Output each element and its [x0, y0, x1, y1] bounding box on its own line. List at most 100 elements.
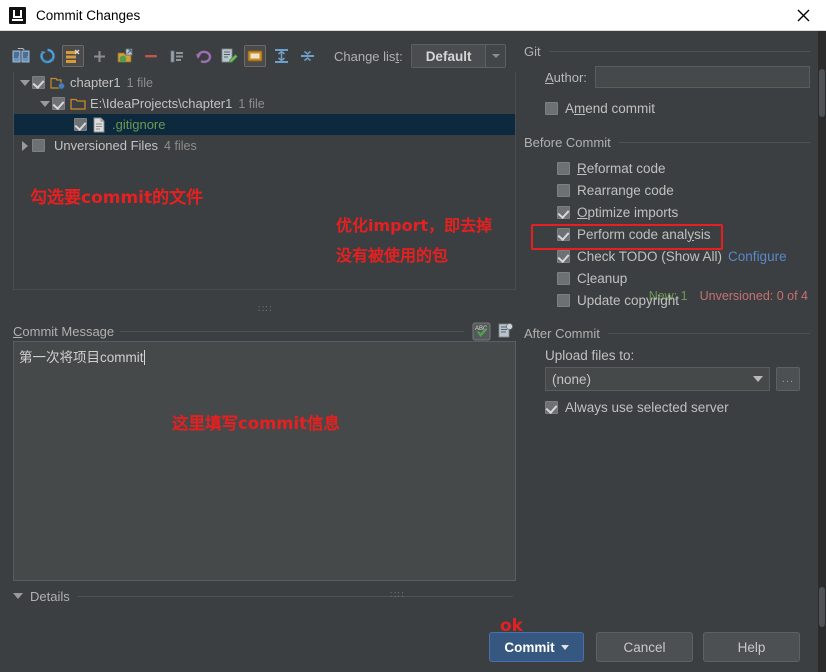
rollback-icon[interactable] — [192, 45, 214, 67]
check-todo-label: Check TODO (Show All) — [577, 248, 723, 264]
optimize-imports-label: Optimize imports — [577, 204, 679, 220]
window-right-edge — [818, 31, 826, 672]
chevron-down-icon[interactable] — [560, 644, 569, 650]
commit-message-text: 第一次将项目commit — [19, 350, 144, 365]
before-commit-header: Before Commit — [524, 135, 810, 150]
commit-button-label: Commit — [504, 639, 555, 655]
cleanup-checkbox[interactable] — [557, 271, 570, 285]
tree-label: E:\IdeaProjects\chapter1 — [90, 96, 233, 111]
show-ignored-icon[interactable] — [244, 45, 266, 67]
cleanup-label: Cleanup — [577, 270, 628, 286]
group-by-icon[interactable] — [62, 45, 84, 67]
annotation-select-files: 勾选要commit的文件 — [30, 188, 204, 208]
rearrange-code-checkbox[interactable] — [557, 183, 570, 197]
update-copyright-checkbox[interactable] — [557, 293, 570, 307]
commit-message-header: Commit Message ABC — [13, 322, 516, 340]
option-cleanup[interactable]: Cleanup — [557, 267, 810, 289]
tree-sublabel: 4 files — [164, 138, 197, 153]
divider — [548, 51, 810, 52]
history-icon[interactable] — [497, 322, 516, 341]
divider — [607, 333, 810, 334]
option-optimize-imports[interactable]: Optimize imports — [557, 201, 810, 223]
window-titlebar: Commit Changes — [0, 0, 826, 31]
option-reformat-code[interactable]: Reformat code — [557, 157, 810, 179]
amend-commit-option[interactable]: Amend commit — [545, 97, 810, 119]
option-update-copyright[interactable]: Update copyright — [557, 289, 810, 311]
expand-all-icon[interactable] — [270, 45, 292, 67]
scrollbar-thumb-top[interactable] — [819, 69, 825, 117]
changelist-value: Default — [411, 45, 486, 67]
tree-sublabel: 1 file — [126, 75, 153, 90]
row-checkbox[interactable] — [74, 118, 87, 131]
close-icon[interactable] — [780, 0, 826, 30]
expand-collapse-icon[interactable] — [166, 45, 188, 67]
after-commit-header: After Commit — [524, 326, 810, 341]
add-icon[interactable] — [88, 45, 110, 67]
chevron-down-icon[interactable] — [38, 93, 52, 114]
upload-server-select[interactable]: (none) — [545, 367, 770, 391]
commit-changes-dialog: Commit Changes Change list: Default chap… — [0, 0, 826, 672]
chevron-down-icon[interactable] — [485, 45, 506, 67]
show-diff-icon[interactable] — [10, 45, 32, 67]
configure-link[interactable]: Configure — [728, 249, 787, 264]
update-copyright-label: Update copyright — [577, 292, 680, 308]
details-label: Details — [30, 588, 70, 604]
commit-button[interactable]: Commit — [489, 632, 584, 662]
annotation-ok: ok — [500, 616, 523, 636]
changelist-combo[interactable]: Default — [410, 44, 507, 68]
commit-message-label: Commit Message — [13, 323, 115, 339]
option-rearrange-code[interactable]: Rearrange code — [557, 179, 810, 201]
splitter-grip[interactable]: ∷∷ — [258, 304, 273, 315]
upload-row: (none) ... — [545, 367, 810, 391]
move-to-changelist-icon[interactable] — [114, 45, 136, 67]
commit-message-input[interactable]: 第一次将项目commit — [13, 341, 516, 581]
file-icon — [92, 117, 108, 133]
check-todo-checkbox[interactable] — [557, 249, 570, 263]
divider — [618, 142, 810, 143]
details-section[interactable]: Details — [13, 587, 513, 605]
details-grip[interactable]: ∷∷ — [390, 590, 405, 601]
optimize-imports-checkbox[interactable] — [557, 205, 570, 219]
window-title: Commit Changes — [36, 7, 141, 23]
chevron-down-icon[interactable] — [13, 593, 23, 599]
edit-source-icon[interactable] — [218, 45, 240, 67]
always-use-server-checkbox[interactable] — [545, 400, 558, 414]
reformat-code-checkbox[interactable] — [557, 161, 570, 175]
changes-toolbar: Change list: Default — [10, 42, 516, 70]
before-commit-title: Before Commit — [524, 135, 611, 150]
tree-sublabel: 1 file — [238, 96, 265, 111]
table-row[interactable]: E:\IdeaProjects\chapter1 1 file — [14, 93, 515, 114]
reformat-code-label: Reformat code — [577, 160, 666, 176]
svg-text:ABC: ABC — [475, 326, 488, 332]
chevron-down-icon[interactable] — [18, 72, 32, 93]
annotation-commit-message: 这里填写commit信息 — [172, 414, 341, 433]
author-label: Author: — [545, 69, 587, 85]
dialog-button-bar: Commit Cancel Help — [0, 630, 818, 672]
scrollbar-thumb-bottom[interactable] — [819, 587, 825, 627]
help-button[interactable]: Help — [703, 632, 800, 662]
row-checkbox[interactable] — [32, 76, 45, 89]
changelist-folder-icon — [50, 75, 66, 91]
author-field[interactable] — [594, 66, 810, 88]
changelist-label: Change list: — [334, 48, 403, 64]
table-row[interactable]: chapter1 1 file — [14, 72, 515, 93]
amend-commit-label: Amend commit — [565, 100, 656, 116]
cancel-button[interactable]: Cancel — [596, 632, 693, 662]
collapse-all-icon[interactable] — [296, 45, 318, 67]
option-always-use-selected-server[interactable]: Always use selected server — [545, 396, 810, 418]
divider — [120, 330, 464, 332]
browse-button[interactable]: ... — [776, 367, 800, 391]
amend-commit-checkbox[interactable] — [545, 101, 558, 115]
chevron-right-icon[interactable] — [18, 135, 32, 156]
always-use-server-label: Always use selected server — [565, 399, 729, 415]
tree-label: chapter1 — [70, 75, 121, 90]
table-row[interactable]: .gitignore — [14, 114, 515, 135]
row-checkbox[interactable] — [52, 97, 65, 110]
row-checkbox[interactable] — [32, 139, 45, 152]
spellcheck-icon[interactable]: ABC — [472, 322, 491, 341]
refresh-icon[interactable] — [36, 45, 58, 67]
table-row[interactable]: Unversioned Files 4 files — [14, 135, 515, 156]
chevron-down-icon[interactable] — [747, 368, 769, 390]
intellij-idea-icon — [9, 6, 26, 24]
delete-icon[interactable] — [140, 45, 162, 67]
